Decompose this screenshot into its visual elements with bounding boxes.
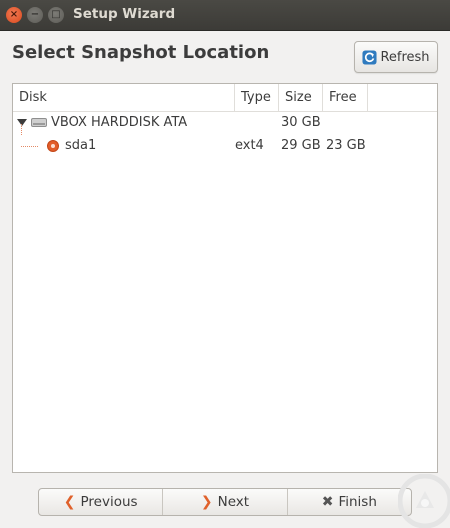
page-title: Select Snapshot Location xyxy=(12,42,270,63)
column-header-disk[interactable]: Disk xyxy=(13,84,235,111)
tree-connector-line xyxy=(21,146,38,147)
harddisk-icon xyxy=(31,118,47,127)
finish-button[interactable]: ✖ Finish xyxy=(288,489,411,515)
tree-row-partition[interactable]: sda1 ext4 29 GB 23 GB xyxy=(13,135,437,157)
partition-radio-icon[interactable] xyxy=(47,140,59,152)
disk-tree-view[interactable]: Disk Type Size Free VBOX HARDDISK ATA 30… xyxy=(12,83,438,473)
partition-name: sda1 xyxy=(65,138,97,153)
previous-label: Previous xyxy=(80,494,138,510)
refresh-button[interactable]: Refresh xyxy=(354,41,438,73)
column-header-type[interactable]: Type xyxy=(235,84,279,111)
disk-size: 30 GB xyxy=(281,115,321,130)
window-close-button[interactable]: × xyxy=(6,7,22,23)
expander-arrow-icon[interactable] xyxy=(17,119,27,126)
window-titlebar: × − □ Setup Wizard xyxy=(0,0,450,31)
chevron-right-icon: ❯ xyxy=(200,494,213,510)
wizard-nav-bar: ❮ Previous ❯ Next ✖ Finish xyxy=(38,488,412,516)
partition-size: 29 GB xyxy=(281,138,321,153)
chevron-left-icon: ❮ xyxy=(63,494,76,510)
next-button[interactable]: ❯ Next xyxy=(163,489,288,515)
window-minimize-button[interactable]: − xyxy=(27,7,43,23)
watermark-logo-icon xyxy=(398,474,450,528)
next-label: Next xyxy=(217,494,250,510)
refresh-label: Refresh xyxy=(380,49,430,65)
partition-type: ext4 xyxy=(235,138,264,153)
disk-name: VBOX HARDDISK ATA xyxy=(51,115,188,130)
previous-button[interactable]: ❮ Previous xyxy=(39,489,164,515)
finish-label: Finish xyxy=(338,494,377,510)
close-x-icon: ✖ xyxy=(321,494,334,510)
tree-connector-line xyxy=(21,124,22,135)
tree-header: Disk Type Size Free xyxy=(13,84,437,112)
tree-row-disk[interactable]: VBOX HARDDISK ATA 30 GB xyxy=(13,112,437,134)
window-maximize-button[interactable]: □ xyxy=(48,7,64,23)
column-header-free[interactable]: Free xyxy=(323,84,368,111)
partition-free: 23 GB xyxy=(326,138,366,153)
refresh-icon xyxy=(362,49,377,65)
column-header-size[interactable]: Size xyxy=(279,84,323,111)
window-title: Setup Wizard xyxy=(73,6,176,22)
